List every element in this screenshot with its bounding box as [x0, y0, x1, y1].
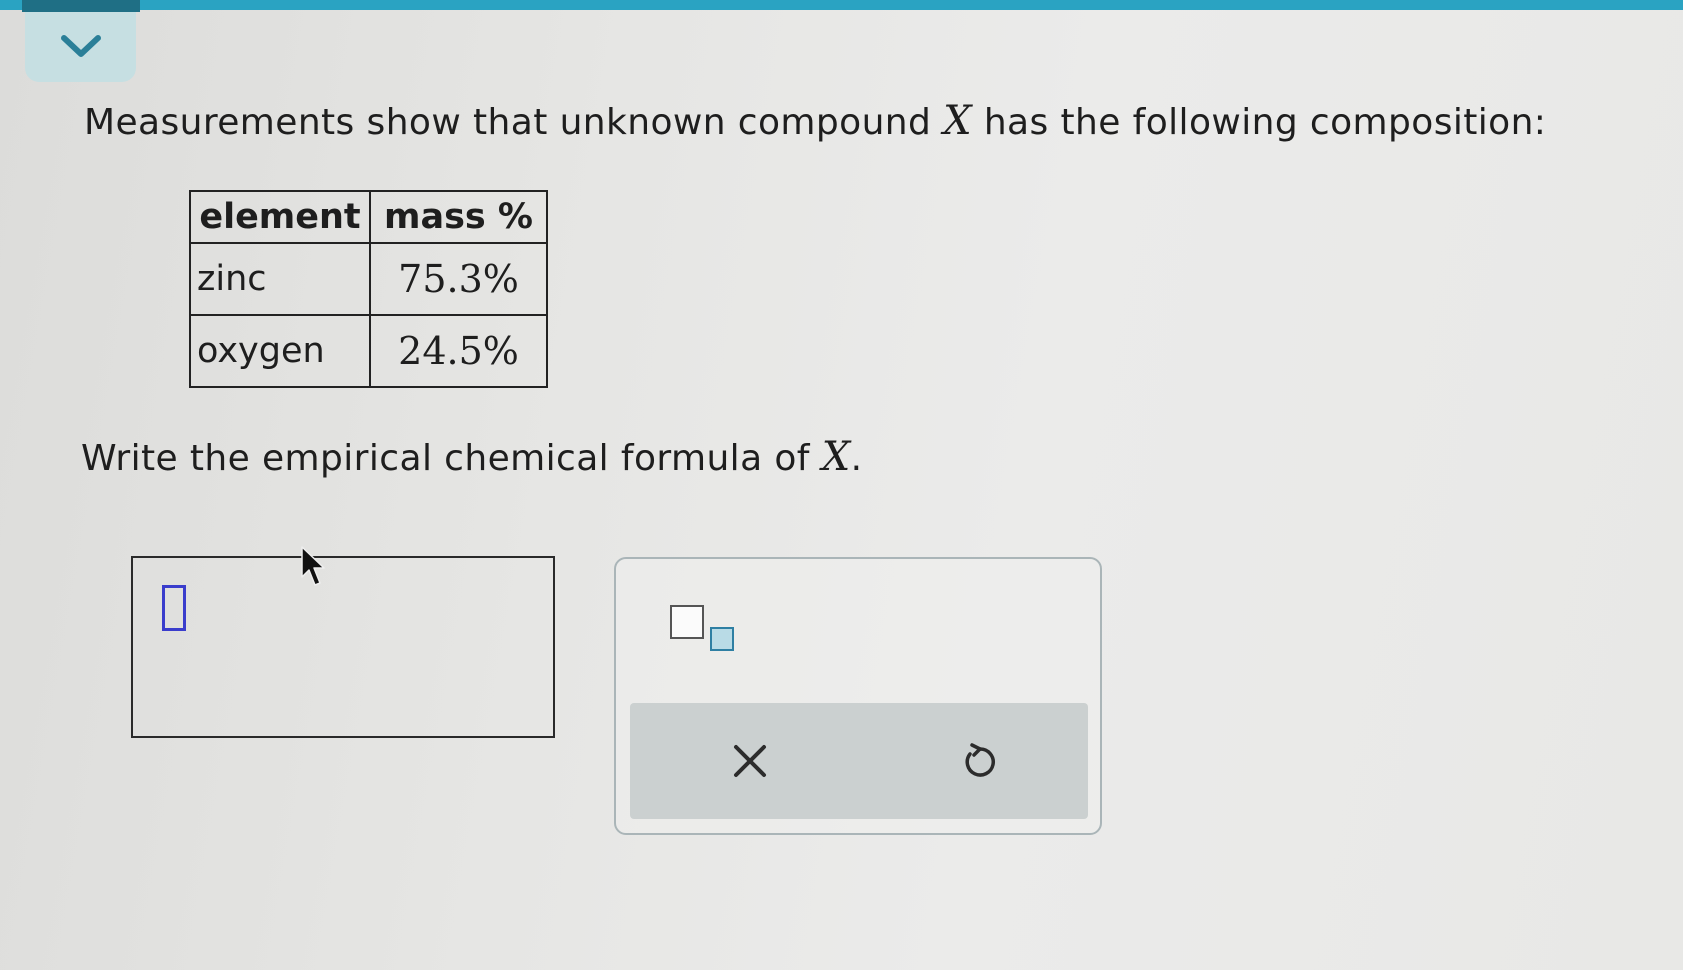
top-accent-bar [0, 0, 1683, 10]
header-mass-percent: mass % [369, 190, 548, 244]
question-prompt: Write the empirical chemical formula of … [81, 434, 862, 480]
subscript-button[interactable] [670, 605, 742, 661]
element-cell: zinc [189, 242, 371, 316]
prompt-text: Write the empirical chemical formula of [81, 438, 822, 479]
variable-x: X [821, 434, 851, 480]
undo-icon [965, 743, 995, 777]
element-cell: oxygen [189, 314, 371, 388]
question-intro-text-end: has the following composition: [972, 102, 1547, 143]
input-slot[interactable] [162, 585, 186, 631]
collapse-button[interactable] [25, 12, 136, 82]
undo-button[interactable] [948, 733, 1008, 789]
clear-button[interactable] [720, 733, 780, 789]
top-accent-tab [22, 0, 140, 12]
mass-cell: 24.5% [369, 314, 548, 388]
formula-tool-panel [614, 557, 1102, 835]
mass-cell: 75.3% [369, 242, 548, 316]
question-intro-text: Measurements show that unknown compound [84, 102, 944, 143]
action-bar [630, 703, 1088, 819]
chevron-down-icon [60, 35, 101, 57]
close-icon [734, 745, 766, 777]
prompt-text-end: . [850, 438, 863, 479]
header-element: element [189, 190, 371, 244]
table-row: oxygen 24.5% [189, 314, 548, 388]
answer-input[interactable] [131, 556, 555, 738]
variable-x: X [943, 98, 972, 144]
table-row: zinc 75.3% [189, 242, 548, 316]
subscript-icon [670, 605, 704, 639]
subscript-small-box [710, 627, 734, 651]
question-intro: Measurements show that unknown compound … [84, 98, 1546, 144]
composition-table: element mass % zinc 75.3% oxygen 24.5% [189, 190, 548, 388]
mouse-pointer-icon [301, 546, 325, 586]
table-header-row: element mass % [189, 190, 548, 244]
